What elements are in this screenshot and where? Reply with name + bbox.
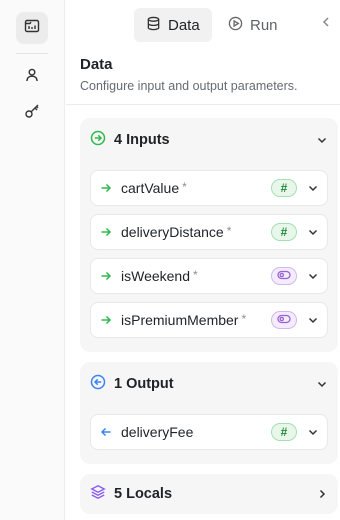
data-panel: Data Run Data Configure input and output… xyxy=(66,0,340,520)
input-name: deliveryDistance xyxy=(121,224,224,240)
chevron-down-icon[interactable] xyxy=(307,226,319,238)
inputs-group: 4 Inputs cartValue * # deliveryDistance … xyxy=(80,118,338,352)
number-type-badge[interactable]: # xyxy=(271,179,297,197)
chevron-right-icon xyxy=(316,488,328,500)
chevron-down-icon xyxy=(316,134,328,146)
section-title: Data xyxy=(80,56,113,73)
boolean-type-badge[interactable] xyxy=(271,311,297,329)
outputs-group-label: 1 Output xyxy=(114,376,174,392)
outputs-group-header[interactable]: 1 Output xyxy=(80,362,338,406)
collapse-panel-button[interactable] xyxy=(318,16,334,32)
chevron-left-icon xyxy=(321,15,331,33)
input-name: isWeekend xyxy=(121,268,191,284)
input-row-isWeekend[interactable]: isWeekend * xyxy=(90,258,328,294)
left-rail xyxy=(0,0,65,520)
locals-group: 5 Locals xyxy=(80,474,338,514)
tab-data-label: Data xyxy=(168,16,200,34)
workflow-nav-button[interactable] xyxy=(16,12,48,44)
arrow-left-icon xyxy=(99,425,113,439)
inputs-group-label: 4 Inputs xyxy=(114,132,170,148)
output-circle-arrow-icon xyxy=(90,374,106,395)
section-description: Configure input and output parameters. xyxy=(80,79,298,93)
chevron-down-icon[interactable] xyxy=(307,314,319,326)
required-marker: * xyxy=(241,312,247,326)
locals-group-label: 5 Locals xyxy=(114,486,173,502)
required-marker: * xyxy=(182,180,187,194)
boolean-type-badge[interactable] xyxy=(271,267,297,285)
inputs-group-header[interactable]: 4 Inputs xyxy=(80,118,338,162)
key-nav-button[interactable] xyxy=(16,97,48,129)
chevron-down-icon xyxy=(316,378,328,390)
number-type-badge[interactable]: # xyxy=(271,223,297,241)
outputs-group: 1 Output deliveryFee # xyxy=(80,362,338,464)
tab-data[interactable]: Data xyxy=(134,8,212,42)
arrow-right-icon xyxy=(99,313,113,327)
arrow-right-icon xyxy=(99,269,113,283)
arrow-right-icon xyxy=(99,225,113,239)
required-marker: * xyxy=(226,224,232,238)
input-name: isPremiumMember xyxy=(121,312,239,328)
user-icon xyxy=(24,67,40,88)
chevron-down-icon[interactable] xyxy=(307,182,319,194)
database-icon xyxy=(146,16,161,35)
tab-run[interactable]: Run xyxy=(216,8,290,42)
input-name: cartValue xyxy=(121,180,180,196)
number-type-badge[interactable]: # xyxy=(271,423,297,441)
locals-group-header[interactable]: 5 Locals xyxy=(80,474,338,514)
key-icon xyxy=(24,103,40,124)
input-circle-arrow-icon xyxy=(90,130,106,151)
toggle-icon xyxy=(277,311,291,329)
output-name: deliveryFee xyxy=(121,424,194,440)
user-nav-button[interactable] xyxy=(16,61,48,93)
chevron-down-icon[interactable] xyxy=(307,270,319,282)
arrow-right-icon xyxy=(99,181,113,195)
rail-divider xyxy=(16,53,48,54)
tab-run-label: Run xyxy=(250,16,278,34)
layers-icon xyxy=(90,484,106,505)
input-row-isPremiumMember[interactable]: isPremiumMember * xyxy=(90,302,328,338)
section-divider xyxy=(66,104,340,105)
chevron-down-icon[interactable] xyxy=(307,426,319,438)
toggle-icon xyxy=(277,267,291,285)
panel-tabs: Data Run xyxy=(66,8,340,42)
input-row-cartValue[interactable]: cartValue * # xyxy=(90,170,328,206)
workflow-icon xyxy=(24,18,40,39)
input-row-deliveryDistance[interactable]: deliveryDistance * # xyxy=(90,214,328,250)
play-icon xyxy=(228,16,243,35)
output-row-deliveryFee[interactable]: deliveryFee # xyxy=(90,414,328,450)
required-marker: * xyxy=(193,268,198,282)
